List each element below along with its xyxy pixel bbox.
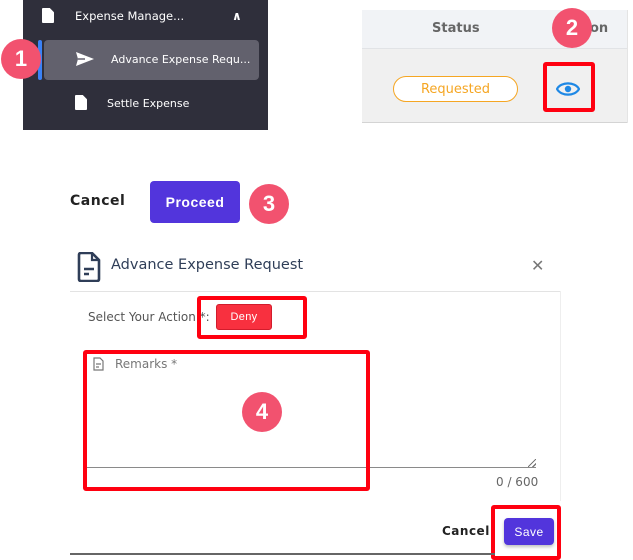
dialog-bottom-divider	[70, 553, 495, 555]
dialog-cancel-button[interactable]: Cancel	[442, 524, 490, 538]
step-badge-4: 4	[242, 392, 282, 432]
deny-button-highlight	[197, 296, 307, 339]
send-icon	[76, 52, 94, 66]
dialog-border	[560, 291, 561, 501]
file-icon	[42, 8, 54, 23]
step-badge-3: 3	[249, 184, 289, 224]
sidebar: Expense Manage... ∧ Advance Expense Requ…	[23, 0, 268, 130]
file-icon	[75, 95, 87, 110]
column-header-status: Status	[432, 21, 480, 36]
dialog-divider	[70, 291, 561, 292]
chevron-up-icon[interactable]: ∧	[232, 9, 242, 23]
save-button-highlight	[491, 505, 561, 560]
step-badge-2: 2	[552, 8, 592, 48]
column-header-action: on	[590, 21, 609, 36]
cancel-button[interactable]: Cancel	[70, 193, 125, 209]
resize-handle[interactable]	[528, 459, 536, 467]
sidebar-group-expense-management[interactable]: Expense Manage... ∧	[23, 0, 268, 34]
step-badge-1: 1	[1, 39, 41, 79]
sidebar-item-label: Advance Expense Requ...	[111, 53, 251, 66]
document-icon	[77, 252, 101, 282]
char-counter: 0 / 600	[496, 475, 539, 489]
dialog-title: Advance Expense Request	[111, 257, 304, 273]
remarks-highlight	[83, 350, 370, 491]
sidebar-item-settle-expense[interactable]: Settle Expense	[23, 88, 268, 120]
action-label: Select Your Action *:	[88, 310, 210, 324]
proceed-button[interactable]: Proceed	[150, 181, 240, 223]
sidebar-item-label: Settle Expense	[107, 97, 190, 110]
status-badge: Requested	[393, 76, 518, 102]
sidebar-group-label: Expense Manage...	[75, 9, 185, 23]
sidebar-item-advance-expense-request[interactable]: Advance Expense Requ...	[44, 40, 259, 80]
eye-icon[interactable]	[556, 80, 580, 98]
close-icon[interactable]: ✕	[531, 256, 544, 275]
table-border	[627, 10, 628, 123]
